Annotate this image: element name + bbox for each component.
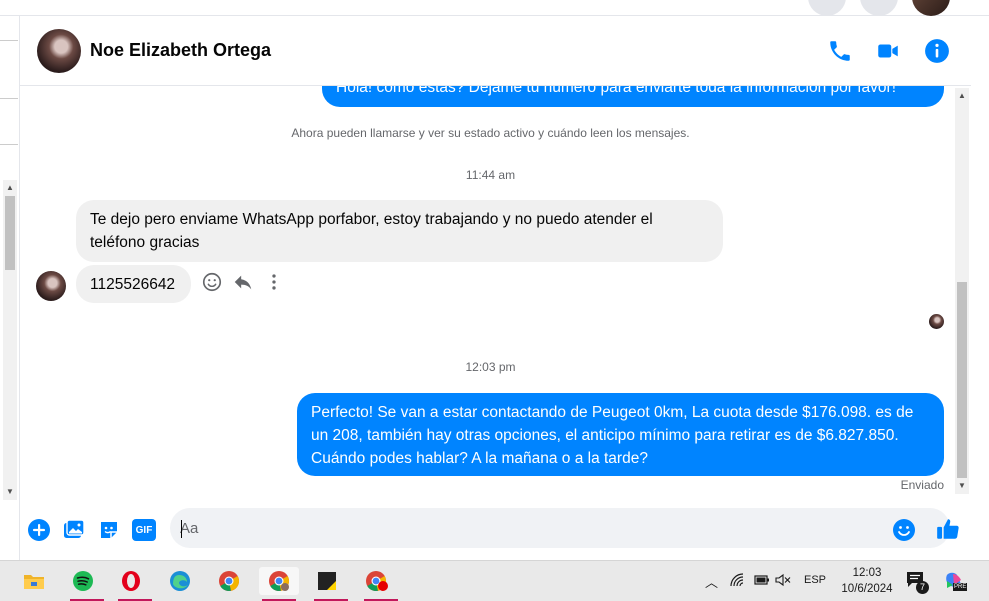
message-list: Hola! cómo estas? Dejame tu número para …	[20, 86, 971, 494]
top-circle-button[interactable]	[860, 0, 898, 16]
scroll-down-icon[interactable]: ▼	[6, 488, 14, 496]
message-input[interactable]	[170, 508, 950, 548]
top-circle-button[interactable]	[808, 0, 846, 16]
scrollbar-thumb[interactable]	[5, 196, 15, 270]
show-hidden-icons-chevron-icon[interactable]: ︿	[705, 572, 718, 591]
chrome-icon	[219, 571, 240, 592]
taskbar-chrome-notification[interactable]	[362, 567, 398, 601]
clock-date: 10/6/2024	[841, 583, 893, 595]
message-text: Perfecto! Se van a estar contactando de …	[311, 404, 914, 467]
taskbar-chrome-profile-active[interactable]	[259, 567, 299, 601]
incoming-message-bubble[interactable]: Te dejo pero enviame WhatsApp porfabor, …	[76, 200, 723, 262]
wifi-icon[interactable]	[730, 573, 746, 587]
outgoing-message-bubble[interactable]: Hola! cómo estas? Dejame tu número para …	[322, 86, 944, 107]
opera-icon	[122, 571, 140, 591]
timestamp: 11:44 am	[465, 168, 516, 182]
gif-label: GIF	[135, 524, 153, 536]
divider	[0, 40, 18, 41]
folder-icon	[24, 575, 44, 589]
chrome-icon	[366, 571, 388, 592]
notifications-button[interactable]: 7	[906, 571, 929, 594]
taskbar-opera[interactable]	[116, 567, 152, 601]
message-text: 1125526642	[90, 276, 176, 293]
photo-icon[interactable]	[62, 518, 86, 542]
message-text: Te dejo pero enviame WhatsApp porfabor, …	[90, 211, 653, 251]
system-clock[interactable]: 12:03 10/6/2024	[836, 565, 898, 597]
add-icon[interactable]	[27, 518, 51, 542]
chat-header: Noe Elizabeth Ortega	[20, 16, 971, 86]
copilot-button[interactable]: PRE	[944, 571, 968, 593]
contact-name[interactable]: Noe Elizabeth Ortega	[90, 40, 271, 61]
react-emoji-icon[interactable]	[201, 271, 223, 293]
timestamp: 12:03 pm	[465, 360, 516, 374]
gif-button[interactable]: GIF	[132, 519, 156, 541]
scroll-down-icon[interactable]: ▼	[958, 482, 966, 490]
language-indicator[interactable]: ESP	[804, 574, 826, 586]
taskbar-chrome[interactable]	[214, 567, 244, 595]
chat-window: Noe Elizabeth Ortega Hola! cómo estas? D…	[20, 16, 971, 560]
messages-scrollbar[interactable]: ▲ ▼	[955, 88, 969, 494]
notification-count-badge: 7	[916, 581, 929, 594]
outgoing-message-bubble[interactable]: Perfecto! Se van a estar contactando de …	[297, 393, 944, 476]
sticky-notes-icon	[318, 572, 336, 590]
taskbar-sticky-notes[interactable]	[312, 567, 348, 601]
system-notice: Ahora pueden llamarse y ver su estado ac…	[291, 126, 690, 140]
more-options-icon[interactable]	[263, 271, 285, 293]
incoming-message-bubble[interactable]: 1125526642	[76, 265, 191, 303]
contact-avatar[interactable]	[37, 29, 81, 73]
taskbar: ︿ ESP 12:03 10/6/2024 7 PRE	[0, 560, 989, 601]
spotify-icon	[73, 571, 93, 591]
info-icon[interactable]	[924, 38, 950, 64]
reply-icon[interactable]	[232, 271, 254, 293]
contact-avatar-small[interactable]	[36, 271, 66, 301]
page-right-edge	[971, 16, 989, 560]
video-call-icon[interactable]	[875, 38, 901, 64]
preview-badge: PRE	[953, 583, 968, 591]
taskbar-file-explorer[interactable]	[19, 567, 49, 595]
chrome-icon	[269, 571, 290, 592]
taskbar-edge[interactable]	[165, 567, 195, 595]
like-thumb-icon[interactable]	[935, 516, 961, 542]
divider	[0, 144, 18, 145]
divider	[0, 98, 18, 99]
scrollbar-thumb[interactable]	[957, 282, 967, 478]
text-caret	[181, 520, 182, 538]
sticker-icon[interactable]	[97, 518, 121, 542]
phone-icon[interactable]	[827, 38, 853, 64]
taskbar-spotify[interactable]	[68, 567, 104, 601]
battery-icon[interactable]	[752, 573, 770, 587]
page-scrollbar[interactable]: ▲ ▼	[3, 180, 17, 500]
emoji-icon[interactable]	[892, 518, 916, 542]
scroll-up-icon[interactable]: ▲	[958, 92, 966, 100]
profile-avatar[interactable]	[912, 0, 950, 16]
scroll-up-icon[interactable]: ▲	[6, 184, 14, 192]
top-strip	[0, 0, 989, 16]
edge-icon	[170, 571, 190, 591]
seen-indicator-avatar	[929, 314, 944, 329]
volume-muted-icon[interactable]	[775, 573, 791, 587]
clock-time: 12:03	[852, 567, 882, 579]
message-status: Enviado	[900, 478, 944, 492]
composer: GIF	[20, 506, 971, 560]
message-text: Hola! cómo estas? Dejame tu número para …	[336, 86, 897, 96]
